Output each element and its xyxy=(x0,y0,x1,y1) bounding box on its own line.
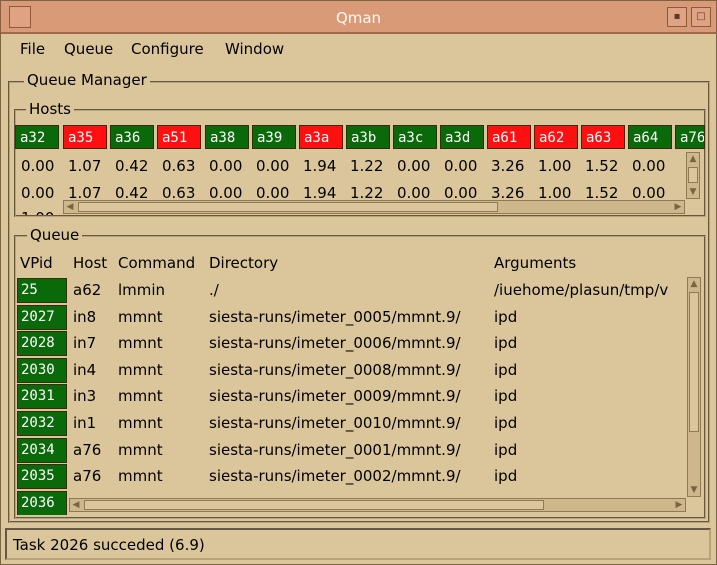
scroll-up-icon[interactable]: ▲ xyxy=(688,278,700,290)
queue-directory-cell: siesta-runs/imeter_0005/mmnt.9/ xyxy=(209,307,461,326)
queue-directory-cell: siesta-runs/imeter_0006/mmnt.9/ xyxy=(209,334,461,353)
queue-directory-cell: siesta-runs/imeter_0002/mmnt.9/ xyxy=(209,467,461,486)
status-message: Task 2026 succeded (6.9) xyxy=(13,536,205,554)
queue-command-cell: mmnt xyxy=(118,360,163,379)
queue-host-cell: in7 xyxy=(73,334,97,353)
queue-command-cell: mmnt xyxy=(118,307,163,326)
queue-directory-cell: siesta-runs/imeter_0009/mmnt.9/ xyxy=(209,387,461,406)
queue-vpid-cell: 25 xyxy=(17,278,67,303)
scroll-left-icon[interactable]: ◀ xyxy=(70,499,82,511)
queue-row[interactable]: 2032 in1 mmnt siesta-runs/imeter_0010/mmnt.… xyxy=(17,411,689,437)
queue-vpid-cell: 2028 xyxy=(17,331,67,357)
queue-arguments-cell: ipd xyxy=(494,307,518,326)
queue-hscroll-thumb[interactable] xyxy=(84,500,544,510)
queue-command-cell: mmnt xyxy=(118,440,163,459)
queue-command-cell: mmnt xyxy=(118,467,163,486)
queue-host-cell: a76 xyxy=(73,440,102,459)
queue-command-cell: lmmin xyxy=(118,281,166,299)
queue-host-cell: in8 xyxy=(73,307,97,326)
scroll-down-icon[interactable]: ▼ xyxy=(688,484,700,496)
queue-command-cell: mmnt xyxy=(118,387,163,406)
queue-directory-cell: ./ xyxy=(209,281,219,299)
queue-arguments-cell: ipd xyxy=(494,360,518,379)
queue-row[interactable]: 2028 in7 mmnt siesta-runs/imeter_0006/mmnt.… xyxy=(17,331,689,357)
queue-command-cell: mmnt xyxy=(118,414,163,432)
queue-host-cell: in4 xyxy=(73,360,97,379)
queue-host-cell: a76 xyxy=(73,467,102,486)
queue-vpid-cell: 2027 xyxy=(17,304,67,330)
qman-window: Qman ▪ □ File Queue Configure Window Que… xyxy=(0,0,717,565)
queue-vpid-cell: 2035 xyxy=(17,464,67,490)
status-bar: Task 2026 succeded (6.9) xyxy=(5,528,711,560)
queue-row[interactable]: 2030 in4 mmnt siesta-runs/imeter_0008/mmnt.… xyxy=(17,357,689,384)
queue-arguments-cell: ipd xyxy=(494,387,518,406)
queue-arguments-cell: ipd xyxy=(494,440,518,459)
scroll-right-icon[interactable]: ▶ xyxy=(673,499,685,511)
queue-host-cell: in3 xyxy=(73,387,97,406)
queue-host-cell: in1 xyxy=(73,414,97,432)
queue-directory-cell: siesta-runs/imeter_0008/mmnt.9/ xyxy=(209,360,461,379)
queue-vpid-cell: 2030 xyxy=(17,357,67,383)
queue-horizontal-scrollbar[interactable]: ◀ ▶ xyxy=(69,498,686,512)
queue-vertical-scrollbar[interactable]: ▲ ▼ xyxy=(687,277,701,497)
queue-table: 25 a62 lmmin ./ /iuehome/plasun/tmp/v 2027 in8… xyxy=(1,1,717,515)
queue-arguments-cell: ipd xyxy=(494,414,518,432)
queue-arguments-cell: /iuehome/plasun/tmp/v xyxy=(494,281,669,299)
queue-row[interactable]: 25 a62 lmmin ./ /iuehome/plasun/tmp/v xyxy=(17,278,689,304)
queue-vpid-cell: 2036 xyxy=(17,490,67,515)
queue-row[interactable]: 2034 a76 mmnt siesta-runs/imeter_0001/mmnt.… xyxy=(17,437,689,464)
queue-arguments-cell: ipd xyxy=(494,467,518,486)
queue-vpid-cell: 2034 xyxy=(17,437,67,463)
queue-host-cell: a62 xyxy=(73,281,102,299)
queue-arguments-cell: ipd xyxy=(494,334,518,353)
queue-directory-cell: siesta-runs/imeter_0001/mmnt.9/ xyxy=(209,440,461,459)
queue-row[interactable]: 2031 in3 mmnt siesta-runs/imeter_0009/mmnt.… xyxy=(17,384,689,410)
queue-vpid-cell: 2031 xyxy=(17,384,67,410)
queue-vpid-cell: 2032 xyxy=(17,411,67,436)
queue-vscroll-thumb[interactable] xyxy=(689,292,699,432)
queue-command-cell: mmnt xyxy=(118,334,163,353)
queue-row[interactable]: 2035 a76 mmnt siesta-runs/imeter_0002/mmnt.… xyxy=(17,464,689,490)
queue-row[interactable]: 2027 in8 mmnt siesta-runs/imeter_0005/mmnt.… xyxy=(17,304,689,331)
queue-directory-cell: siesta-runs/imeter_0010/mmnt.9/ xyxy=(209,414,461,432)
